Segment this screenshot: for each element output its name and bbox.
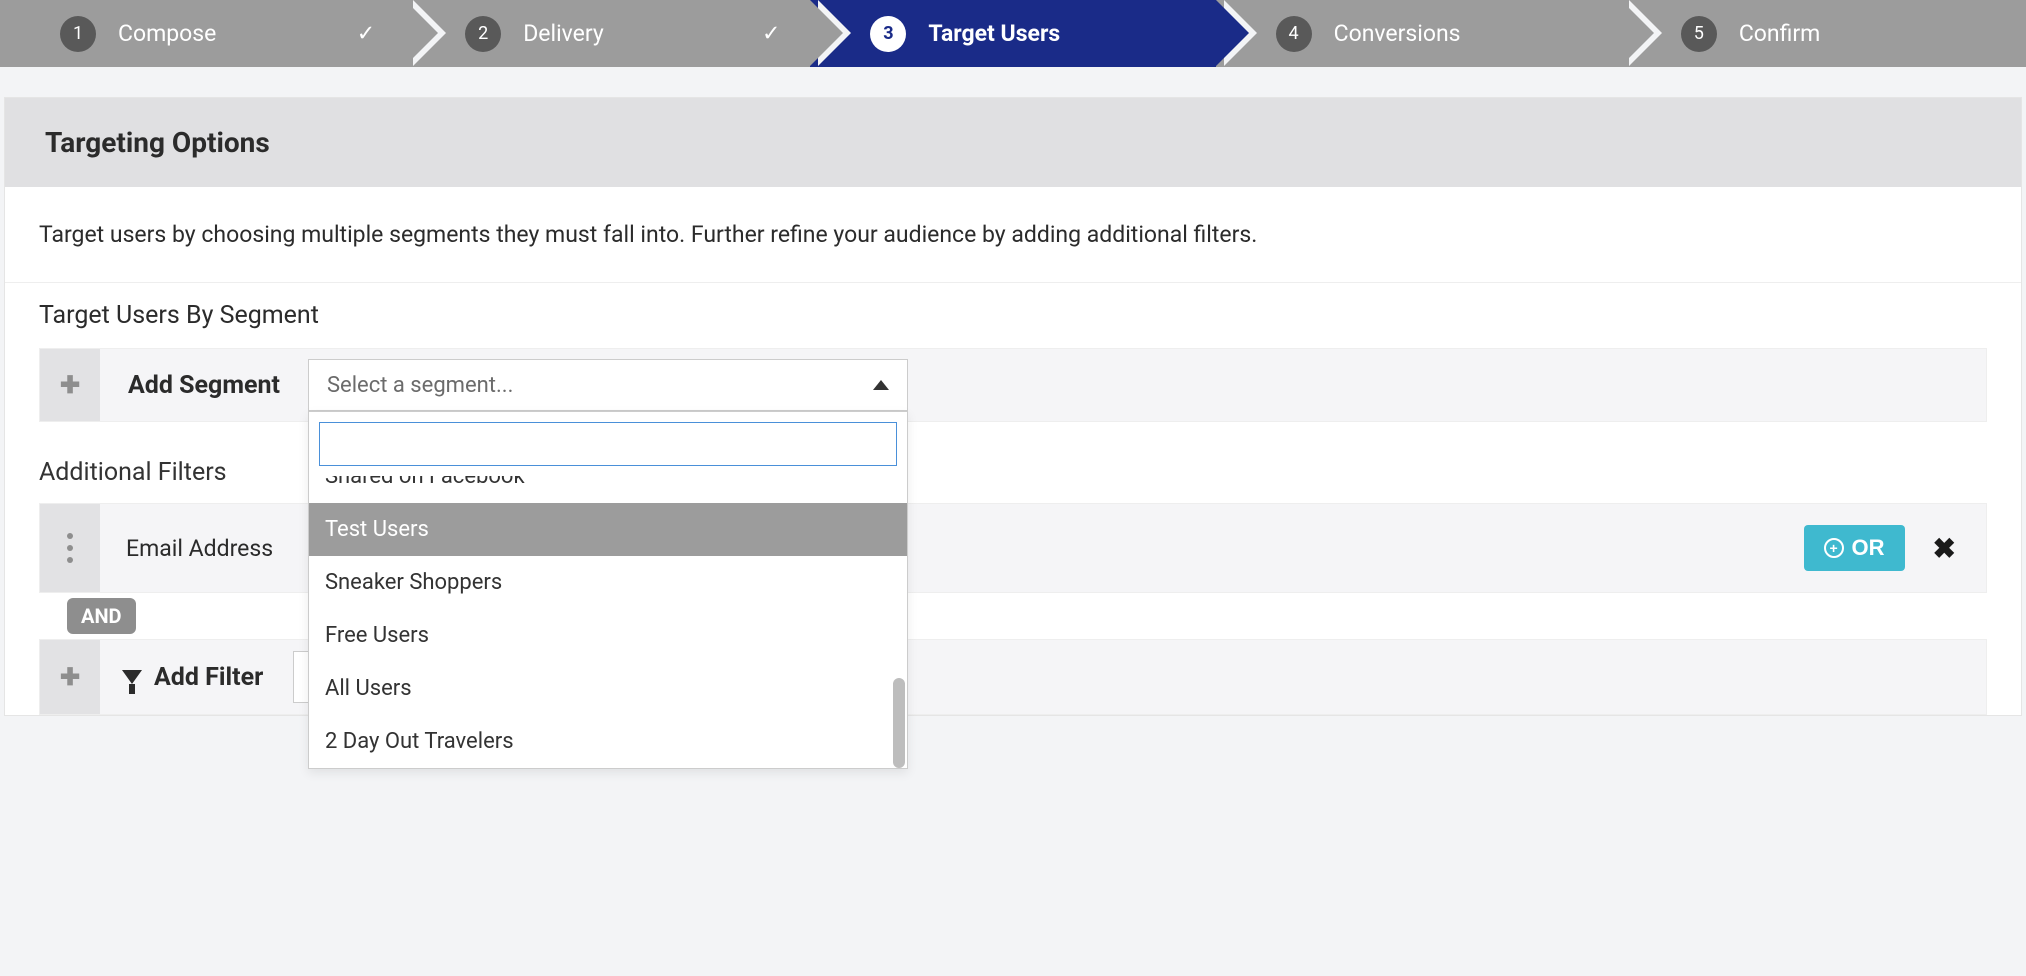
step-label: Conversions <box>1334 20 1461 47</box>
segments-section-title: Target Users By Segment <box>39 301 1987 330</box>
step-number: 1 <box>60 16 96 52</box>
plus-circle-icon: + <box>1824 538 1844 558</box>
add-segment-row: ✚ Add Segment Select a segment... Shared… <box>39 348 1987 422</box>
remove-filter-button[interactable]: ✖ <box>1933 532 1956 565</box>
segment-select-wrap: Select a segment... Shared on Facebook T… <box>308 359 908 411</box>
caret-up-icon <box>873 380 889 390</box>
segment-option[interactable]: Free Users <box>309 609 907 662</box>
step-number: 2 <box>465 16 501 52</box>
segments-section: Target Users By Segment ✚ Add Segment Se… <box>5 283 2021 432</box>
segment-option[interactable]: Shared on Facebook <box>309 476 907 503</box>
step-conversions[interactable]: 4 Conversions <box>1216 0 1621 67</box>
scrollbar[interactable] <box>893 678 905 768</box>
segment-option[interactable]: Test Users <box>309 503 907 556</box>
segment-dropdown: Shared on Facebook Test Users Sneaker Sh… <box>308 411 908 769</box>
step-delivery[interactable]: 2 Delivery ✓ <box>405 0 810 67</box>
segment-option[interactable]: All Users <box>309 662 907 715</box>
step-compose[interactable]: 1 Compose ✓ <box>0 0 405 67</box>
add-segment-plus-button[interactable]: ✚ <box>40 349 100 421</box>
segment-option[interactable]: Sneaker Shoppers <box>309 556 907 609</box>
or-button-label: OR <box>1852 535 1885 561</box>
segment-option-list[interactable]: Shared on Facebook Test Users Sneaker Sh… <box>309 476 907 768</box>
check-icon: ✓ <box>357 21 375 46</box>
wizard-stepper: 1 Compose ✓ 2 Delivery ✓ 3 Target Users … <box>0 0 2026 67</box>
segment-select-placeholder: Select a segment... <box>327 373 513 398</box>
add-filter-plus-button[interactable]: ✚ <box>40 640 100 714</box>
add-filter-label: Add Filter <box>100 663 285 692</box>
and-badge: AND <box>67 598 136 634</box>
segment-select[interactable]: Select a segment... <box>308 359 908 411</box>
segment-search-input[interactable] <box>319 422 897 466</box>
step-confirm[interactable]: 5 Confirm <box>1621 0 2026 67</box>
panel-description: Target users by choosing multiple segmen… <box>5 187 2021 283</box>
step-number: 4 <box>1276 16 1312 52</box>
add-segment-label: Add Segment <box>100 371 308 400</box>
filter-field-label: Email Address <box>100 535 299 562</box>
step-number: 5 <box>1681 16 1717 52</box>
panel-title: Targeting Options <box>5 98 2021 187</box>
step-label: Delivery <box>523 20 604 47</box>
step-number: 3 <box>870 16 906 52</box>
targeting-panel: Targeting Options Target users by choosi… <box>4 97 2022 716</box>
step-label: Target Users <box>928 20 1060 47</box>
add-or-button[interactable]: + OR <box>1804 525 1905 571</box>
filter-icon <box>122 670 142 684</box>
step-target-users[interactable]: 3 Target Users <box>810 0 1215 67</box>
drag-handle-icon <box>67 533 73 563</box>
segment-option[interactable]: 2 Day Out Travelers <box>309 715 907 768</box>
step-label: Confirm <box>1739 20 1821 47</box>
check-icon: ✓ <box>762 21 780 46</box>
step-label: Compose <box>118 20 216 47</box>
drag-handle[interactable] <box>40 504 100 592</box>
